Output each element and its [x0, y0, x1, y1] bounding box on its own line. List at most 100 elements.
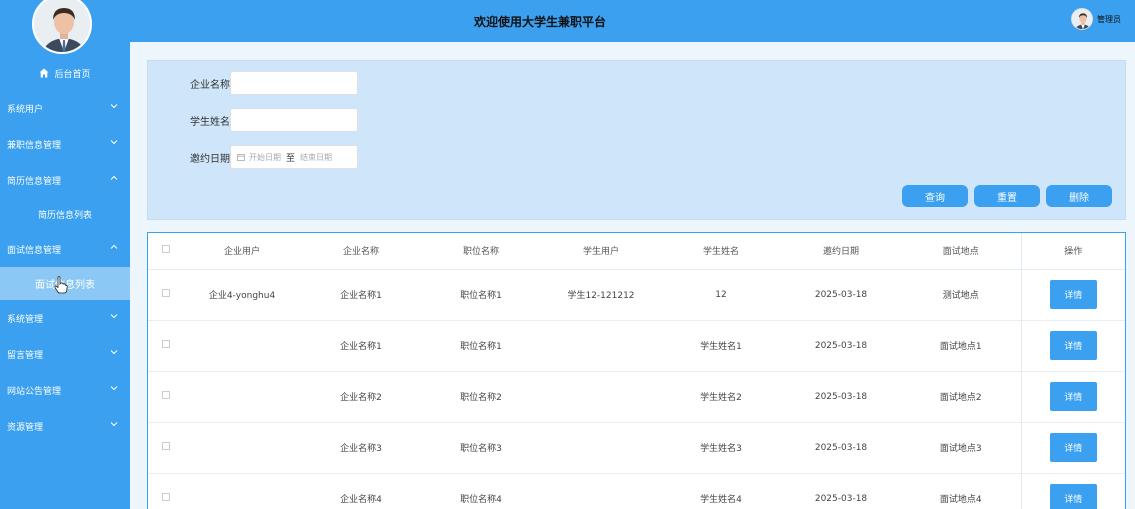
detail-button[interactable]: 详情	[1049, 331, 1097, 360]
cell-student-user	[541, 371, 661, 423]
cell-invite-date: 2025-03-18	[781, 269, 901, 321]
header-user[interactable]: 管理员	[1071, 6, 1121, 32]
cell-interview-location: 面试地点3	[901, 422, 1021, 474]
date-row: 邀约日期 开始日期 至 结束日期	[148, 145, 358, 169]
chevron-up-icon	[110, 175, 118, 180]
date-label: 邀约日期	[190, 153, 230, 165]
column-header: 企业名称	[301, 233, 421, 270]
admin-avatar	[32, 0, 92, 54]
cell-student-name: 12	[661, 269, 781, 321]
detail-button[interactable]: 详情	[1049, 280, 1097, 309]
menu-resource-manage[interactable]: 资源管理	[0, 408, 130, 444]
menu-system-manage[interactable]: 系统管理	[0, 300, 130, 336]
menu-interview-info[interactable]: 面试信息管理	[0, 231, 130, 267]
cell-position-name: 职位名称2	[421, 371, 541, 423]
chevron-down-icon	[110, 314, 118, 319]
cell-company-name: 企业名称1	[301, 320, 421, 372]
column-header: 学生姓名	[661, 233, 781, 270]
cell-student-name: 学生姓名2	[661, 371, 781, 423]
menu-label: 留言管理	[7, 350, 44, 361]
student-input[interactable]	[230, 108, 358, 132]
home-icon	[39, 68, 49, 78]
cell-interview-location: 面试地点2	[901, 371, 1021, 423]
cell-company-user: 企业4-yonghu4	[183, 269, 301, 321]
column-header: 操作	[1020, 233, 1125, 270]
date-range-picker[interactable]: 开始日期 至 结束日期	[230, 145, 358, 169]
submenu-label: 面试信息列表	[35, 280, 95, 291]
column-header: 邀约日期	[781, 233, 901, 270]
cell-invite-date: 2025-03-18	[781, 371, 901, 423]
table-row: 企业名称4 职位名称4 学生姓名4 2025-03-18 面试地点4 详情	[148, 473, 1125, 509]
row-checkbox[interactable]	[161, 442, 170, 450]
delete-button[interactable]: 删除	[1046, 185, 1112, 207]
sidebar: 后台首页 系统用户 兼职信息管理 简历信息管理 简历信息列表 面试信息管理 面试…	[0, 0, 130, 509]
cell-interview-location: 面试地点1	[901, 320, 1021, 372]
company-row: 企业名称	[148, 71, 358, 95]
cell-company-user	[183, 320, 301, 372]
reset-button[interactable]: 重置	[974, 185, 1040, 207]
cell-company-name: 企业名称2	[301, 371, 421, 423]
date-end[interactable]: 结束日期	[300, 152, 332, 163]
chevron-down-icon	[110, 104, 118, 109]
select-all-checkbox[interactable]	[161, 245, 170, 254]
cell-position-name: 职位名称3	[421, 422, 541, 474]
row-checkbox[interactable]	[161, 289, 170, 297]
cell-company-user	[183, 422, 301, 474]
home-link[interactable]: 后台首页	[0, 64, 130, 82]
detail-button[interactable]: 详情	[1049, 484, 1097, 509]
cell-student-user: 学生12-121212	[541, 269, 661, 321]
cell-student-name: 学生姓名3	[661, 422, 781, 474]
student-row: 学生姓名	[148, 108, 358, 132]
table-row: 企业4-yonghu4 企业名称1 职位名称1 学生12-121212 12 2…	[148, 269, 1125, 321]
table-header-row: 企业用户 企业名称 职位名称 学生用户 学生姓名 邀约日期 面试地点 操作	[148, 233, 1125, 270]
menu-label: 兼职信息管理	[7, 140, 62, 151]
top-header: 欢迎使用大学生兼职平台 管理员	[130, 0, 1135, 42]
column-header: 职位名称	[421, 233, 541, 270]
table-row: 企业名称2 职位名称2 学生姓名2 2025-03-18 面试地点2 详情	[148, 371, 1125, 423]
cell-company-name: 企业名称3	[301, 422, 421, 474]
menu-resume-info[interactable]: 简历信息管理	[0, 162, 130, 198]
table-row: 企业名称3 职位名称3 学生姓名3 2025-03-18 面试地点3 详情	[148, 422, 1125, 474]
user-avatar-icon	[1072, 9, 1092, 29]
menu-system-users[interactable]: 系统用户	[0, 90, 130, 126]
query-button[interactable]: 查询	[902, 185, 968, 207]
row-checkbox[interactable]	[161, 493, 170, 501]
company-input[interactable]	[230, 71, 358, 95]
detail-button[interactable]: 详情	[1049, 382, 1097, 411]
menu-parttime-info[interactable]: 兼职信息管理	[0, 126, 130, 162]
column-header: 学生用户	[541, 233, 661, 270]
table-row: 企业名称1 职位名称1 学生姓名1 2025-03-18 面试地点1 详情	[148, 320, 1125, 372]
cell-interview-location: 面试地点4	[901, 473, 1021, 509]
cell-student-user	[541, 473, 661, 509]
menu-label: 简历信息管理	[7, 176, 62, 187]
submenu-label: 简历信息列表	[37, 211, 92, 221]
page-title: 欢迎使用大学生兼职平台	[473, 14, 606, 29]
chevron-down-icon	[110, 140, 118, 145]
cell-invite-date: 2025-03-18	[781, 320, 901, 372]
menu-label: 系统用户	[7, 104, 44, 115]
cell-interview-location: 测试地点	[901, 269, 1021, 321]
chevron-down-icon	[110, 422, 118, 427]
submenu-interview-list[interactable]: 面试信息列表	[0, 267, 130, 300]
column-header: 企业用户	[183, 233, 301, 270]
menu-notice-manage[interactable]: 网站公告管理	[0, 372, 130, 408]
cell-position-name: 职位名称1	[421, 320, 541, 372]
menu-label: 面试信息管理	[7, 245, 62, 256]
row-checkbox[interactable]	[161, 340, 170, 348]
calendar-icon	[237, 154, 245, 161]
row-checkbox[interactable]	[161, 391, 170, 399]
menu-label: 系统管理	[7, 314, 44, 325]
column-header: 面试地点	[901, 233, 1021, 270]
menu-message-manage[interactable]: 留言管理	[0, 336, 130, 372]
cell-invite-date: 2025-03-18	[781, 473, 901, 509]
home-label: 后台首页	[54, 69, 91, 80]
submenu-resume-list[interactable]: 简历信息列表	[0, 198, 130, 231]
company-label: 企业名称	[190, 79, 230, 91]
interview-table: 企业用户 企业名称 职位名称 学生用户 学生姓名 邀约日期 面试地点 操作 企业…	[147, 232, 1126, 509]
cell-company-user	[183, 473, 301, 509]
cell-invite-date: 2025-03-18	[781, 422, 901, 474]
detail-button[interactable]: 详情	[1049, 433, 1097, 462]
cell-student-name: 学生姓名1	[661, 320, 781, 372]
date-start[interactable]: 开始日期	[249, 152, 281, 163]
user-name: 管理员	[1097, 14, 1121, 24]
